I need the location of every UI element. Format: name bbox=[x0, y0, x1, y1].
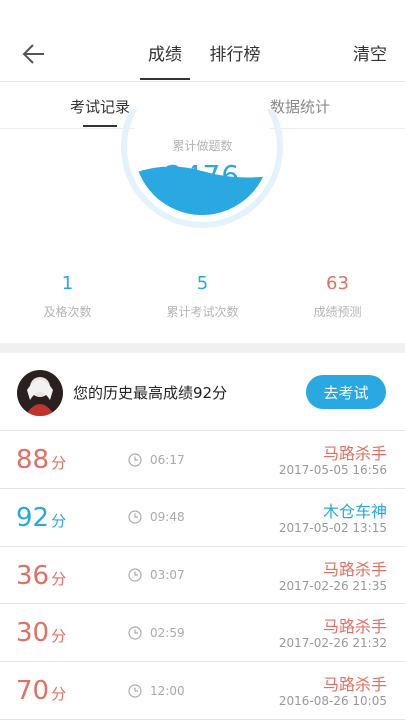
clock-icon bbox=[128, 626, 142, 640]
record-title: 木仓车神 bbox=[322, 501, 387, 521]
record-date: 2017-05-02 13:15 bbox=[278, 520, 387, 535]
metric-value: 5 bbox=[196, 273, 209, 294]
record-date: 2017-02-26 21:35 bbox=[278, 578, 387, 593]
record-duration: 03:07 bbox=[128, 547, 185, 604]
best-score-text: 您的历史最高成绩92分 bbox=[73, 383, 228, 402]
record-duration: 12:00 bbox=[128, 662, 185, 719]
avatar[interactable] bbox=[17, 370, 63, 416]
record-date: 2016-08-26 10:05 bbox=[278, 694, 387, 709]
record-row[interactable]: 70 分 12:00 马路杀手 2016-08-26 10:05 bbox=[0, 662, 405, 720]
record-date: 2017-05-05 16:56 bbox=[278, 463, 387, 477]
score-number: 36 bbox=[16, 560, 50, 591]
record-title: 马路杀手 bbox=[322, 675, 387, 695]
duration-text: 02:59 bbox=[150, 625, 185, 640]
stats-panel: 累计做题数 2476 1 及格次数 5 累计考试次数 63 成绩预测 bbox=[0, 109, 405, 343]
record-row[interactable]: 30 分 02:59 马路杀手 2017-02-26 21:32 bbox=[0, 604, 405, 663]
exam-records-list: 88 分 06:17 马路杀手 2017-05-05 16:56 92 分 09… bbox=[0, 431, 405, 720]
record-duration: 06:17 bbox=[128, 431, 185, 488]
record-title: 马路杀手 bbox=[322, 559, 387, 579]
metric-exam-count: 5 累计考试次数 bbox=[135, 271, 270, 320]
record-title: 马路杀手 bbox=[322, 444, 387, 463]
duration-text: 06:17 bbox=[150, 452, 185, 467]
score-unit: 分 bbox=[51, 627, 67, 646]
go-exam-button[interactable]: 去考试 bbox=[306, 375, 386, 409]
tab-score[interactable]: 成绩 bbox=[130, 22, 200, 82]
score-number: 92 bbox=[16, 502, 50, 533]
metric-label: 累计考试次数 bbox=[166, 305, 239, 319]
record-date: 2017-02-26 21:32 bbox=[278, 636, 387, 651]
record-duration: 02:59 bbox=[128, 604, 185, 661]
metric-pass-count: 1 及格次数 bbox=[0, 271, 135, 320]
clock-icon bbox=[128, 684, 142, 698]
status-bar bbox=[0, 0, 405, 22]
record-score: 70 分 bbox=[16, 662, 66, 719]
tab-ranking[interactable]: 排行榜 bbox=[200, 22, 270, 82]
record-score: 88 分 bbox=[16, 431, 66, 488]
score-number: 70 bbox=[16, 676, 50, 707]
metric-label: 成绩预测 bbox=[313, 305, 362, 319]
duration-text: 03:07 bbox=[150, 568, 185, 583]
score-unit: 分 bbox=[51, 511, 67, 530]
total-questions-value: 2476 bbox=[164, 159, 241, 192]
score-unit: 分 bbox=[51, 685, 67, 704]
score-number: 88 bbox=[16, 445, 50, 475]
top-bar: 成绩 排行榜 清空 bbox=[0, 22, 405, 82]
metric-label: 及格次数 bbox=[43, 305, 92, 319]
duration-text: 09:48 bbox=[150, 510, 185, 525]
clock-icon bbox=[128, 510, 142, 524]
total-questions-label: 累计做题数 bbox=[172, 139, 233, 153]
clock-icon bbox=[128, 452, 142, 467]
section-divider bbox=[0, 343, 405, 353]
metric-value: 1 bbox=[61, 273, 74, 294]
record-title: 马路杀手 bbox=[322, 617, 387, 637]
clock-icon bbox=[128, 568, 142, 582]
score-unit: 分 bbox=[51, 569, 67, 588]
metric-score-prediction: 63 成绩预测 bbox=[270, 271, 405, 320]
record-score: 36 分 bbox=[16, 547, 66, 604]
duration-text: 12:00 bbox=[150, 683, 185, 698]
metric-value: 63 bbox=[326, 273, 349, 294]
clear-button[interactable]: 清空 bbox=[353, 22, 387, 82]
record-row[interactable]: 36 分 03:07 马路杀手 2017-02-26 21:35 bbox=[0, 546, 405, 605]
best-score-banner: 您的历史最高成绩92分 去考试 bbox=[0, 353, 405, 431]
record-row[interactable]: 92 分 09:48 木仓车神 2017-05-02 13:15 bbox=[0, 488, 405, 547]
score-unit: 分 bbox=[51, 454, 67, 472]
record-row[interactable]: 88 分 06:17 马路杀手 2017-05-05 16:56 bbox=[0, 431, 405, 489]
back-arrow-icon[interactable] bbox=[20, 40, 48, 68]
top-tabs: 成绩 排行榜 bbox=[130, 22, 270, 82]
record-score: 30 分 bbox=[16, 604, 66, 661]
record-duration: 09:48 bbox=[128, 489, 185, 546]
record-score: 92 分 bbox=[16, 489, 66, 546]
score-number: 30 bbox=[16, 618, 50, 649]
